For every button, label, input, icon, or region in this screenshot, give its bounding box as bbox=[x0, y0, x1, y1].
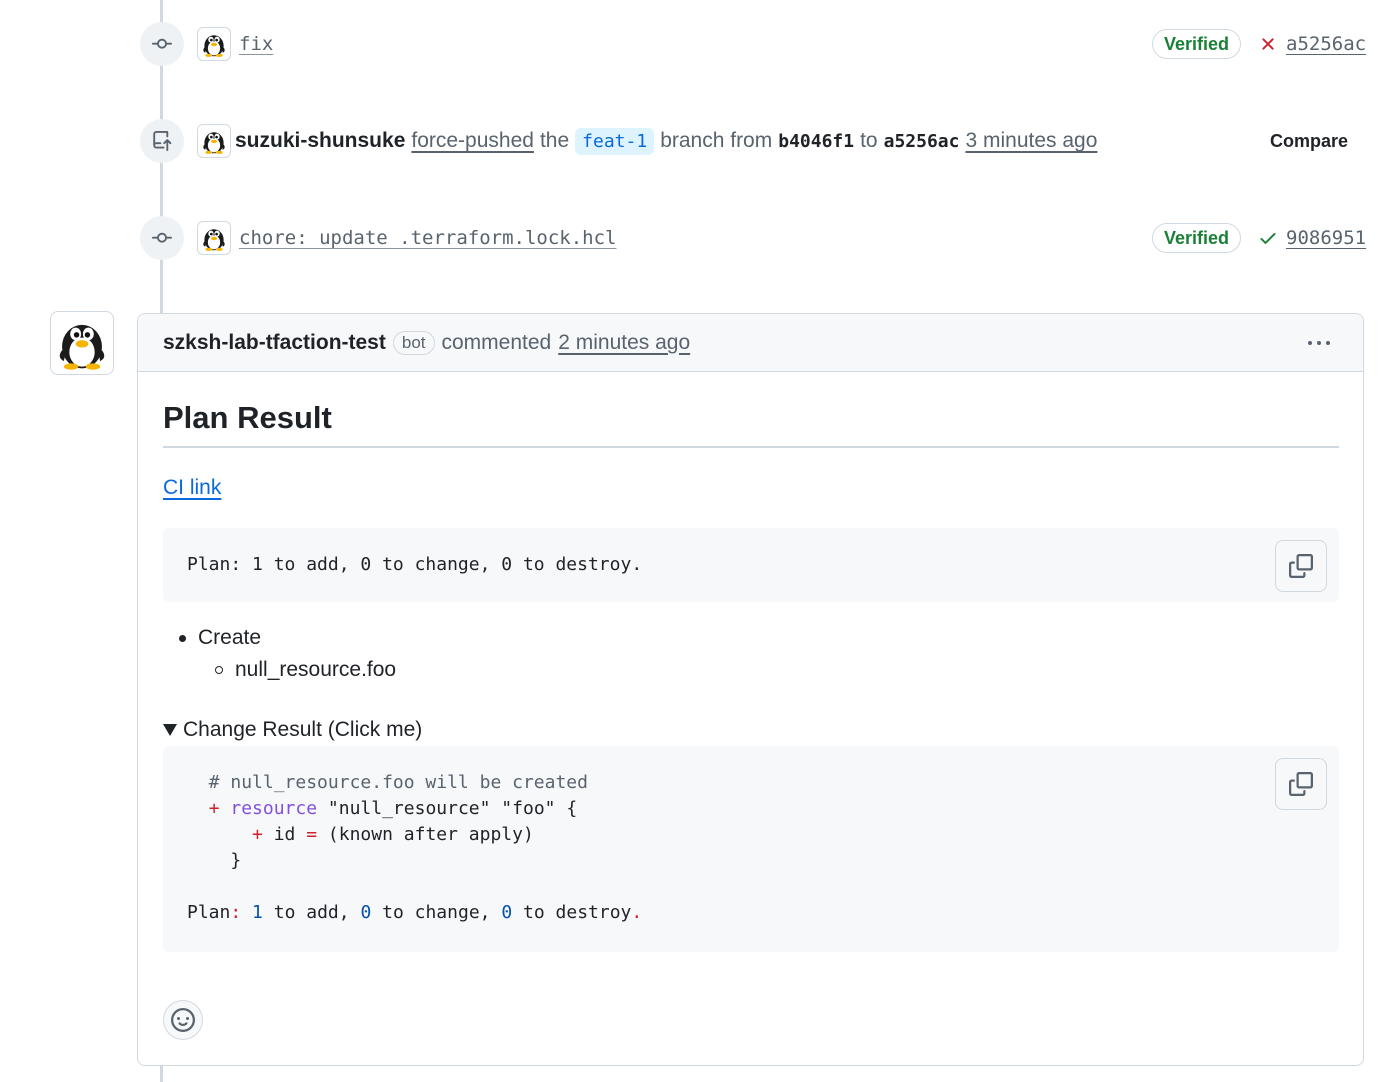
timeline-commit-row: fix Verified a5256ac bbox=[0, 20, 1400, 68]
x-icon[interactable] bbox=[1258, 34, 1278, 54]
details-summary-label: Change Result (Click me) bbox=[183, 718, 423, 741]
commit-sha-link[interactable]: 9086951 bbox=[1286, 227, 1366, 249]
comment-author-link[interactable]: szksh-lab-tfaction-test bbox=[163, 331, 386, 355]
event-text-branch-from: branch from bbox=[660, 129, 773, 152]
event-text-to: to bbox=[860, 129, 878, 152]
plan-summary-text: Plan: 1 to add, 0 to change, 0 to destro… bbox=[187, 554, 643, 575]
copy-icon[interactable] bbox=[1275, 540, 1327, 592]
force-push-description: suzuki-shunsuke force-pushed the feat-1 … bbox=[235, 127, 1097, 155]
ci-link[interactable]: CI link bbox=[163, 476, 221, 500]
verified-badge[interactable]: Verified bbox=[1152, 223, 1242, 253]
author-avatar[interactable] bbox=[197, 124, 231, 158]
branch-chip[interactable]: feat-1 bbox=[575, 127, 655, 155]
comment-heading: Plan Result bbox=[163, 400, 332, 435]
list-item: Create bbox=[179, 626, 261, 650]
kebab-horizontal-icon[interactable] bbox=[1303, 330, 1335, 356]
list-subitem-label: null_resource.foo bbox=[235, 658, 397, 681]
comment-time-link[interactable]: 2 minutes ago bbox=[558, 331, 690, 355]
force-pushed-link[interactable]: force-pushed bbox=[411, 129, 534, 153]
change-result-code: # null_resource.foo will be created + re… bbox=[187, 772, 643, 923]
heading-divider bbox=[163, 446, 1339, 448]
commit-sha-link[interactable]: a5256ac bbox=[1286, 33, 1366, 55]
to-sha: a5256ac bbox=[883, 130, 960, 152]
bot-label: bot bbox=[392, 330, 435, 355]
smiley-icon[interactable] bbox=[163, 1000, 203, 1040]
commenter-avatar[interactable] bbox=[50, 311, 114, 375]
comment-box: szksh-lab-tfaction-test bot commented 2 … bbox=[137, 313, 1364, 1066]
timeline-force-push-row: suzuki-shunsuke force-pushed the feat-1 … bbox=[0, 117, 1400, 165]
author-avatar[interactable] bbox=[197, 221, 231, 255]
copy-icon[interactable] bbox=[1275, 758, 1327, 810]
commit-message-link[interactable]: chore: update .terraform.lock.hcl bbox=[239, 227, 617, 249]
list-item-label: Create bbox=[198, 626, 262, 649]
triangle-down-icon bbox=[163, 724, 177, 736]
event-time-link[interactable]: 3 minutes ago bbox=[965, 129, 1097, 153]
list-subitem: null_resource.foo bbox=[215, 658, 396, 682]
event-text-the: the bbox=[539, 129, 570, 152]
change-result-code-block: # null_resource.foo will be created + re… bbox=[163, 746, 1339, 952]
git-commit-icon bbox=[140, 216, 184, 260]
compare-button[interactable]: Compare bbox=[1262, 127, 1356, 156]
verified-badge[interactable]: Verified bbox=[1152, 29, 1242, 59]
author-avatar[interactable] bbox=[197, 27, 231, 61]
plan-summary-code-block: Plan: 1 to add, 0 to change, 0 to destro… bbox=[163, 528, 1339, 602]
details-toggle[interactable]: Change Result (Click me) bbox=[163, 718, 422, 742]
check-icon[interactable] bbox=[1258, 228, 1278, 248]
repo-push-icon bbox=[140, 119, 184, 163]
author-link[interactable]: suzuki-shunsuke bbox=[235, 129, 405, 153]
timeline-commit-row: chore: update .terraform.lock.hcl Verifi… bbox=[0, 214, 1400, 262]
git-commit-icon bbox=[140, 22, 184, 66]
comment-header: szksh-lab-tfaction-test bot commented 2 … bbox=[138, 314, 1363, 372]
comment-action-text: commented bbox=[441, 330, 552, 354]
from-sha: b4046f1 bbox=[778, 130, 855, 152]
commit-message-link[interactable]: fix bbox=[239, 33, 273, 55]
